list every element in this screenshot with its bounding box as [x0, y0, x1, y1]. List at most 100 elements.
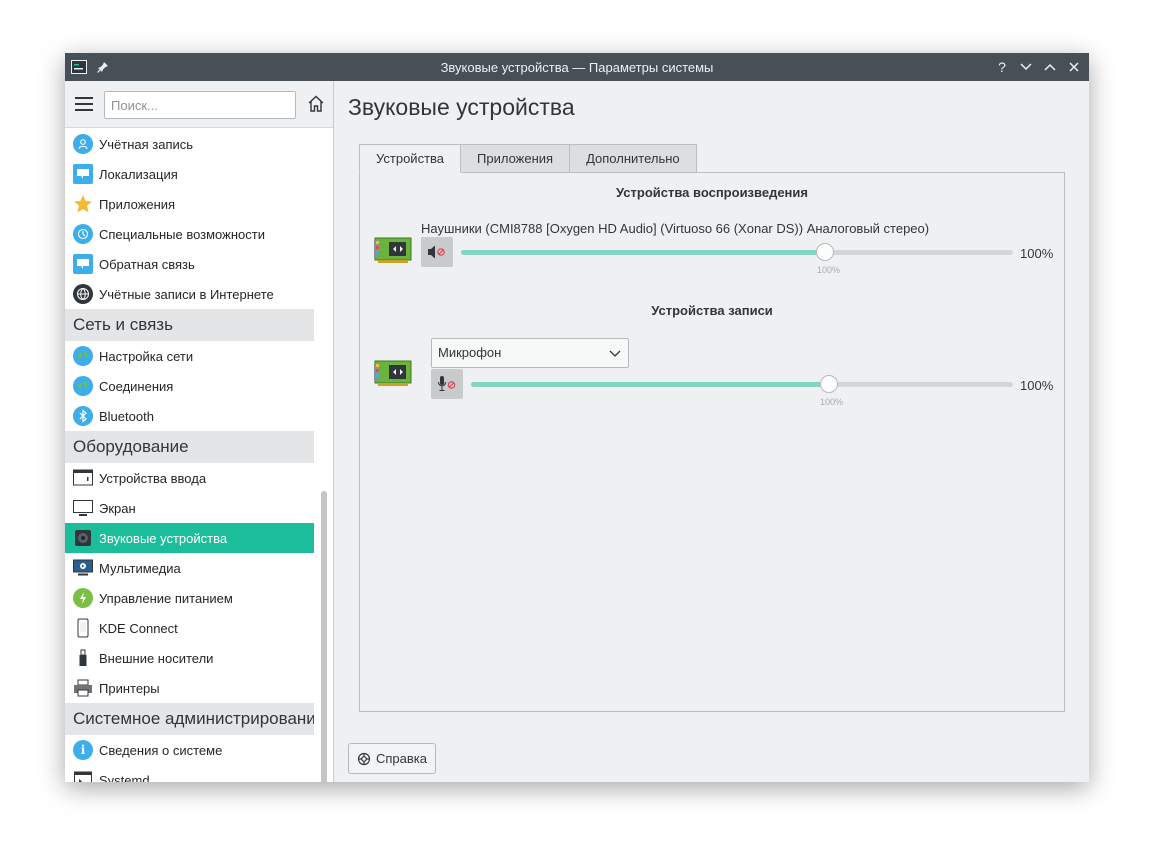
devices-panel: Устройства воспроизведения Наушники (CMI…	[359, 172, 1065, 712]
help-icon[interactable]: ?	[993, 58, 1011, 76]
sidebar-item-label: Учётная запись	[99, 136, 194, 152]
recording-tick-label: 100%	[820, 397, 844, 407]
settings-window: Звуковые устройства — Параметры системы …	[65, 53, 1089, 782]
multimedia-icon	[73, 558, 93, 578]
sidebar-item-label: Принтеры	[99, 680, 160, 696]
tab-bar: Устройства Приложения Дополнительно	[359, 144, 697, 173]
usb-icon	[73, 648, 93, 668]
recording-mute-button[interactable]	[431, 369, 463, 399]
help-button[interactable]: Справка	[348, 743, 436, 774]
sidebar-item-label: Сведения о системе	[99, 742, 223, 758]
sidebar-item-label: Внешние носители	[99, 650, 214, 666]
lifebuoy-icon	[357, 752, 371, 765]
sidebar-item-network-settings[interactable]: Настройка сети	[65, 341, 314, 371]
tab-applications[interactable]: Приложения	[460, 144, 571, 173]
connections-icon	[73, 376, 93, 396]
section-header-network: Сеть и связь	[65, 309, 314, 341]
recording-volume-value: 100%	[1020, 378, 1054, 393]
sidebar-item-multimedia[interactable]: Мультимедиа	[65, 553, 314, 583]
sidebar-item-localization[interactable]: Локализация	[65, 159, 314, 189]
user-icon	[73, 134, 93, 154]
sidebar-item-label: Специальные возможности	[99, 226, 265, 242]
sidebar-scrollbar[interactable]	[321, 491, 327, 782]
title-bar: Звуковые устройства — Параметры системы …	[65, 53, 1089, 81]
playback-group-title: Устройства воспроизведения	[616, 185, 808, 200]
section-header-hardware: Оборудование	[65, 431, 314, 463]
speaker-muted-icon	[428, 245, 445, 259]
playback-volume-slider[interactable]	[461, 242, 1013, 262]
playback-device-name: Наушники (CMI8788 [Oxygen HD Audio] (Vir…	[421, 221, 930, 236]
locale-icon	[73, 164, 93, 184]
sidebar-item-system-info[interactable]: i Сведения о системе	[65, 735, 314, 765]
sidebar-item-bluetooth[interactable]: Bluetooth	[65, 401, 314, 431]
sidebar-item-printers[interactable]: Принтеры	[65, 673, 314, 703]
sidebar-item-label: Устройства ввода	[99, 470, 207, 486]
sidebar-item-label: Обратная связь	[99, 256, 195, 272]
speaker-icon	[73, 528, 93, 548]
sidebar-item-label: Настройка сети	[99, 348, 194, 364]
minimize-icon[interactable]	[1017, 58, 1035, 76]
playback-tick-label: 100%	[817, 265, 841, 275]
chevron-down-icon	[608, 346, 622, 360]
sidebar-item-label: Экран	[99, 500, 136, 516]
search-input[interactable]: Поиск...	[104, 91, 296, 119]
slider-handle[interactable]	[816, 243, 835, 261]
tab-devices[interactable]: Устройства	[359, 144, 462, 173]
sidebar-item-display[interactable]: Экран	[65, 493, 314, 523]
input-devices-icon	[73, 468, 93, 488]
sidebar-item-systemd[interactable]: Systemd	[65, 765, 314, 782]
playback-volume-value: 100%	[1020, 246, 1054, 261]
network-icon	[73, 346, 93, 366]
hamburger-menu-icon[interactable]	[75, 97, 93, 111]
display-icon	[73, 498, 93, 518]
sidebar-item-power[interactable]: Управление питанием	[65, 583, 314, 613]
sidebar-item-input-devices[interactable]: Устройства ввода	[65, 463, 314, 493]
select-value: Микрофон	[438, 345, 502, 360]
slider-handle[interactable]	[819, 375, 838, 393]
systemd-icon	[73, 770, 93, 782]
main-content: Звуковые устройства Устройства Приложени…	[335, 81, 1089, 782]
window-title: Звуковые устройства — Параметры системы	[440, 60, 714, 75]
sidebar-item-label: Соединения	[99, 378, 174, 394]
globe-icon	[73, 284, 93, 304]
sidebar-item-label: KDE Connect	[99, 620, 178, 636]
slider-fill	[471, 382, 829, 387]
help-button-label: Справка	[376, 751, 427, 766]
sidebar-item-label: Мультимедиа	[99, 560, 181, 576]
playback-mute-button[interactable]	[421, 237, 453, 267]
section-header-administration: Системное администрировани	[65, 703, 314, 735]
sidebar-item-label: Локализация	[99, 166, 178, 182]
tab-advanced[interactable]: Дополнительно	[569, 144, 697, 173]
bluetooth-icon	[73, 406, 93, 426]
sidebar: Поиск... Учётная запись Локализация Прил…	[65, 81, 334, 782]
sidebar-item-applications[interactable]: Приложения	[65, 189, 314, 219]
sidebar-item-kde-connect[interactable]: KDE Connect	[65, 613, 314, 643]
sidebar-item-connections[interactable]: Соединения	[65, 371, 314, 401]
accessibility-icon	[73, 224, 93, 244]
sidebar-item-online-accounts[interactable]: Учётные записи в Интернете	[65, 279, 314, 309]
page-title: Звуковые устройства	[348, 94, 575, 120]
star-icon	[73, 194, 93, 214]
printer-icon	[73, 678, 93, 698]
sidebar-item-account[interactable]: Учётная запись	[65, 129, 314, 159]
home-icon[interactable]	[306, 94, 326, 114]
sidebar-item-label: Управление питанием	[99, 590, 233, 606]
sidebar-item-accessibility[interactable]: Специальные возможности	[65, 219, 314, 249]
sidebar-item-label: Учётные записи в Интернете	[99, 286, 274, 302]
sound-card-icon	[374, 358, 412, 388]
scrollbar-thumb[interactable]	[321, 491, 327, 782]
sidebar-toolbar: Поиск...	[65, 81, 333, 128]
recording-volume-slider[interactable]	[471, 374, 1013, 394]
phone-icon	[73, 618, 93, 638]
maximize-icon[interactable]	[1041, 58, 1059, 76]
sidebar-item-feedback[interactable]: Обратная связь	[65, 249, 314, 279]
close-icon[interactable]	[1065, 58, 1083, 76]
power-icon	[73, 588, 93, 608]
recording-port-select[interactable]: Микрофон	[431, 338, 629, 368]
sidebar-item-audio-devices[interactable]: Звуковые устройства	[65, 523, 314, 553]
slider-fill	[461, 250, 826, 255]
sidebar-list: Учётная запись Локализация Приложения Сп…	[65, 129, 314, 782]
microphone-muted-icon	[437, 376, 456, 392]
sidebar-item-removable-storage[interactable]: Внешние носители	[65, 643, 314, 673]
feedback-icon	[73, 254, 93, 274]
